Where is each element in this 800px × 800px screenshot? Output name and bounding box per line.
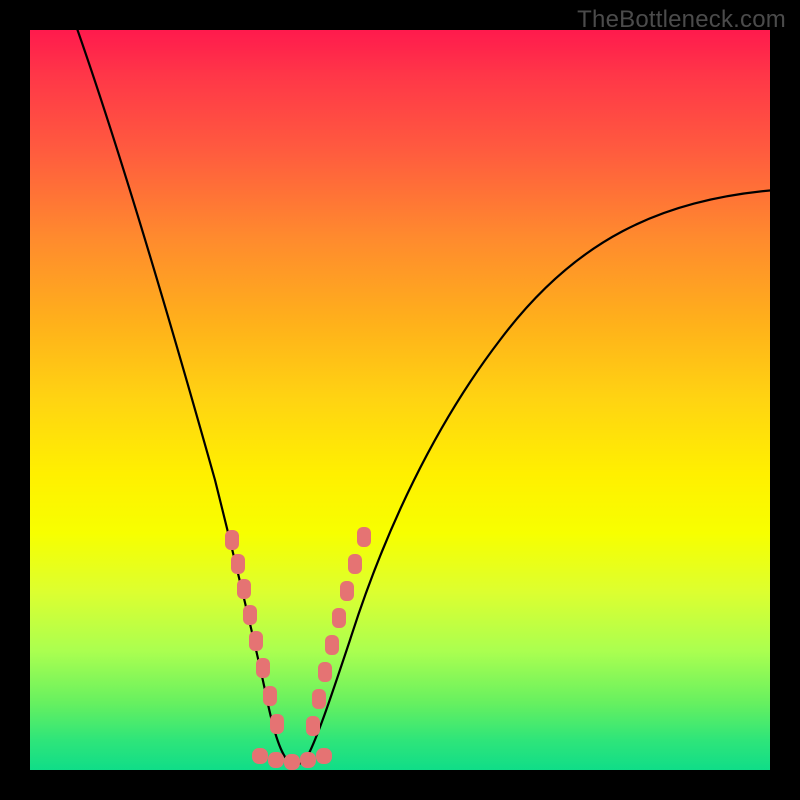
valley-bead-strip [252, 748, 332, 770]
chart-frame: TheBottleneck.com [0, 0, 800, 800]
chart-overlay [30, 30, 770, 770]
left-bead-markers [225, 530, 284, 734]
bottleneck-curve-right [305, 190, 775, 761]
right-bead-markers [306, 527, 371, 736]
watermark-text: TheBottleneck.com [577, 6, 786, 34]
